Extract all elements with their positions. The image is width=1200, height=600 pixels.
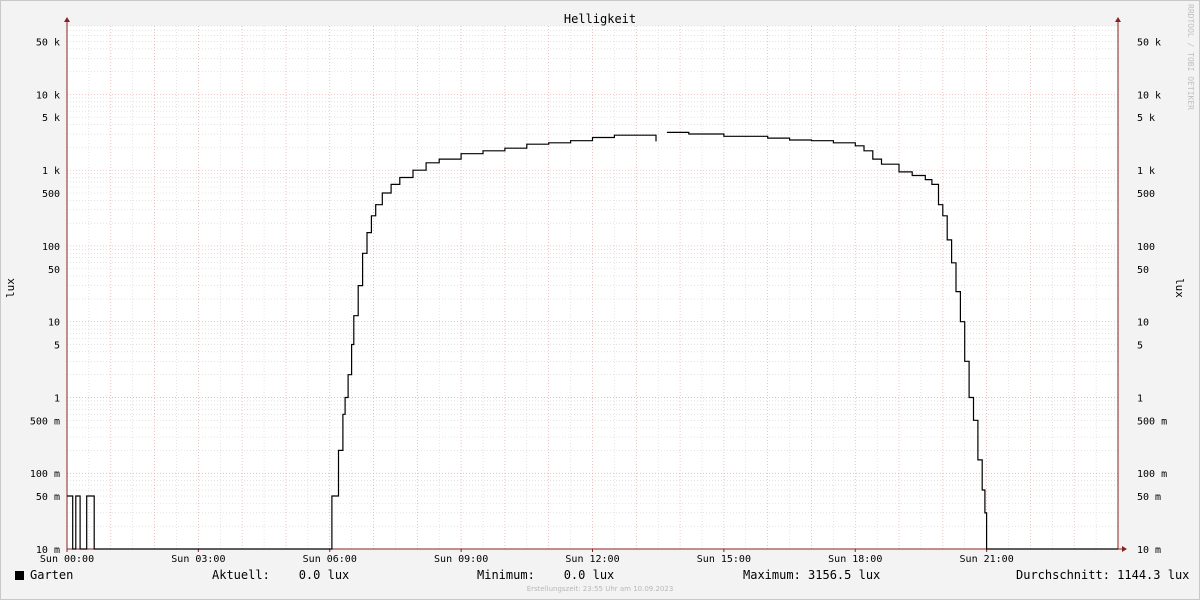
y-axis-title-left: lux: [4, 278, 17, 298]
legend-series-label: Garten: [30, 568, 74, 582]
x-axis-arrow: [1122, 546, 1127, 552]
x-tick-label: Sun 03:00: [171, 554, 225, 565]
y-axis-arrow-left: [64, 17, 70, 22]
y-tick-label-left: 1 k: [42, 166, 60, 177]
y-tick-label-right: 10 k: [1137, 90, 1161, 101]
y-tick-label-right: 10 m: [1137, 545, 1161, 556]
y-tick-label-left: 100 m: [30, 469, 60, 480]
y-tick-label-left: 1: [54, 393, 60, 404]
x-tick-label: Sun 15:00: [697, 554, 751, 565]
y-tick-label-right: 50: [1137, 265, 1149, 276]
y-tick-label-right: 500 m: [1137, 416, 1167, 427]
x-tick-label: Sun 09:00: [434, 554, 488, 565]
y-tick-label-left: 10 k: [36, 90, 60, 101]
legend-current: Aktuell: 0.0 lux: [212, 568, 350, 582]
rrdtool-watermark: RRDTOOL / TOBI OETIKER: [1186, 4, 1195, 110]
legend-series: Garten: [15, 568, 73, 582]
y-tick-label-right: 100 m: [1137, 469, 1167, 480]
legend-minimum: Minimum: 0.0 lux: [477, 568, 615, 582]
y-tick-label-left: 50: [48, 265, 60, 276]
y-tick-label-left: 10 m: [36, 545, 60, 556]
y-axis-title-right: lux: [1173, 278, 1186, 298]
legend-swatch: [15, 571, 24, 580]
chart-title: Helligkeit: [564, 12, 636, 26]
y-axis-arrow-right: [1115, 17, 1121, 22]
y-tick-label-left: 10: [48, 318, 60, 329]
y-tick-label-right: 5 k: [1137, 113, 1155, 124]
y-tick-label-right: 500: [1137, 189, 1155, 200]
y-tick-label-right: 1 k: [1137, 166, 1155, 177]
x-tick-label: Sun 06:00: [303, 554, 357, 565]
y-tick-label-right: 5: [1137, 341, 1143, 352]
legend-average: Durchschnitt: 1144.3 lux: [1016, 568, 1190, 582]
y-tick-label-right: 1: [1137, 393, 1143, 404]
y-tick-label-left: 500: [42, 189, 60, 200]
y-tick-label-left: 50 m: [36, 492, 60, 503]
y-tick-label-left: 500 m: [30, 416, 60, 427]
x-tick-label: Sun 21:00: [960, 554, 1014, 565]
y-tick-label-right: 10: [1137, 318, 1149, 329]
legend-maximum: Maximum: 3156.5 lux: [743, 568, 881, 582]
x-tick-label: Sun 12:00: [565, 554, 619, 565]
y-tick-label-left: 100: [42, 242, 60, 253]
y-tick-label-right: 50 k: [1137, 37, 1161, 48]
creation-time-footer: Erstellungszeit: 23:55 Uhr am 10.09.2023: [526, 585, 674, 593]
y-tick-label-right: 50 m: [1137, 492, 1161, 503]
x-tick-label: Sun 18:00: [828, 554, 882, 565]
y-tick-label-right: 100: [1137, 242, 1155, 253]
brightness-chart: Sun 00:00 Sun 03:00 Sun 06:00 Sun 09:00 Sun …: [4, 12, 1186, 565]
y-tick-label-left: 5: [54, 341, 60, 352]
y-tick-label-left: 50 k: [36, 37, 60, 48]
y-tick-label-left: 5 k: [42, 113, 60, 124]
